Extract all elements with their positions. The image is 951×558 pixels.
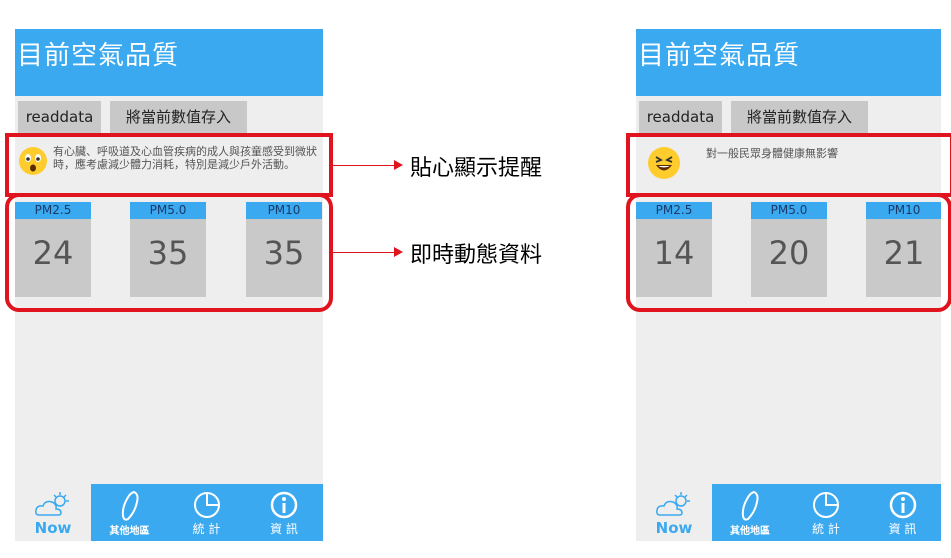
taiwan-map-icon [121,490,139,521]
weather-cloud-sun-icon [35,492,69,516]
tab-now-label: Now [34,519,72,537]
tab-now-label: Now [655,519,693,537]
weather-cloud-sun-icon [656,492,690,516]
app-header: 目前空氣品質 [636,29,941,96]
app-title: 目前空氣品質 [17,41,180,71]
tab-other-regions-label: 其他地區 [730,526,770,537]
alert-callout-arrowhead [394,160,403,170]
bottom-tab-bar: Now 其他地區 統 計 資 訊 [636,484,941,541]
tab-info[interactable]: 資 訊 [245,484,323,541]
info-icon [270,491,298,519]
tab-statistics[interactable]: 統 計 [788,484,864,541]
tab-info-label: 資 訊 [270,522,298,536]
app-title: 目前空氣品質 [638,41,801,71]
save-current-values-button[interactable]: 將當前數值存入 [110,101,247,134]
app-header: 目前空氣品質 [15,29,323,96]
taiwan-map-icon [741,490,759,521]
data-callout-line [333,252,395,253]
data-highlight-box-right [626,193,951,312]
tab-now[interactable]: Now [15,484,91,541]
alert-callout-label: 貼心顯示提醒 [410,156,543,181]
data-callout-label: 即時動態資料 [410,243,543,268]
tab-now[interactable]: Now [636,484,712,541]
tab-statistics-label: 統 計 [812,522,840,536]
alert-highlight-box-right [626,133,951,197]
tab-other-regions-label: 其他地區 [109,526,150,537]
pie-chart-icon [813,492,839,518]
readdata-button[interactable]: readdata [639,101,722,134]
alert-callout-line [333,165,395,166]
tab-info-label: 資 訊 [888,522,917,536]
save-current-values-button[interactable]: 將當前數值存入 [731,101,868,134]
tab-statistics[interactable]: 統 計 [168,484,245,541]
tab-other-regions[interactable]: 其他地區 [712,484,788,541]
bottom-tab-bar: Now 其他地區 統 計 資 訊 [15,484,323,541]
pie-chart-icon [193,492,220,518]
readdata-button[interactable]: readdata [18,101,101,134]
info-icon [889,491,916,519]
alert-highlight-box [5,133,333,197]
data-callout-arrowhead [394,247,403,257]
tab-statistics-label: 統 計 [192,522,221,536]
data-highlight-box [5,193,333,312]
tab-info[interactable]: 資 訊 [864,484,941,541]
tab-other-regions[interactable]: 其他地區 [91,484,168,541]
